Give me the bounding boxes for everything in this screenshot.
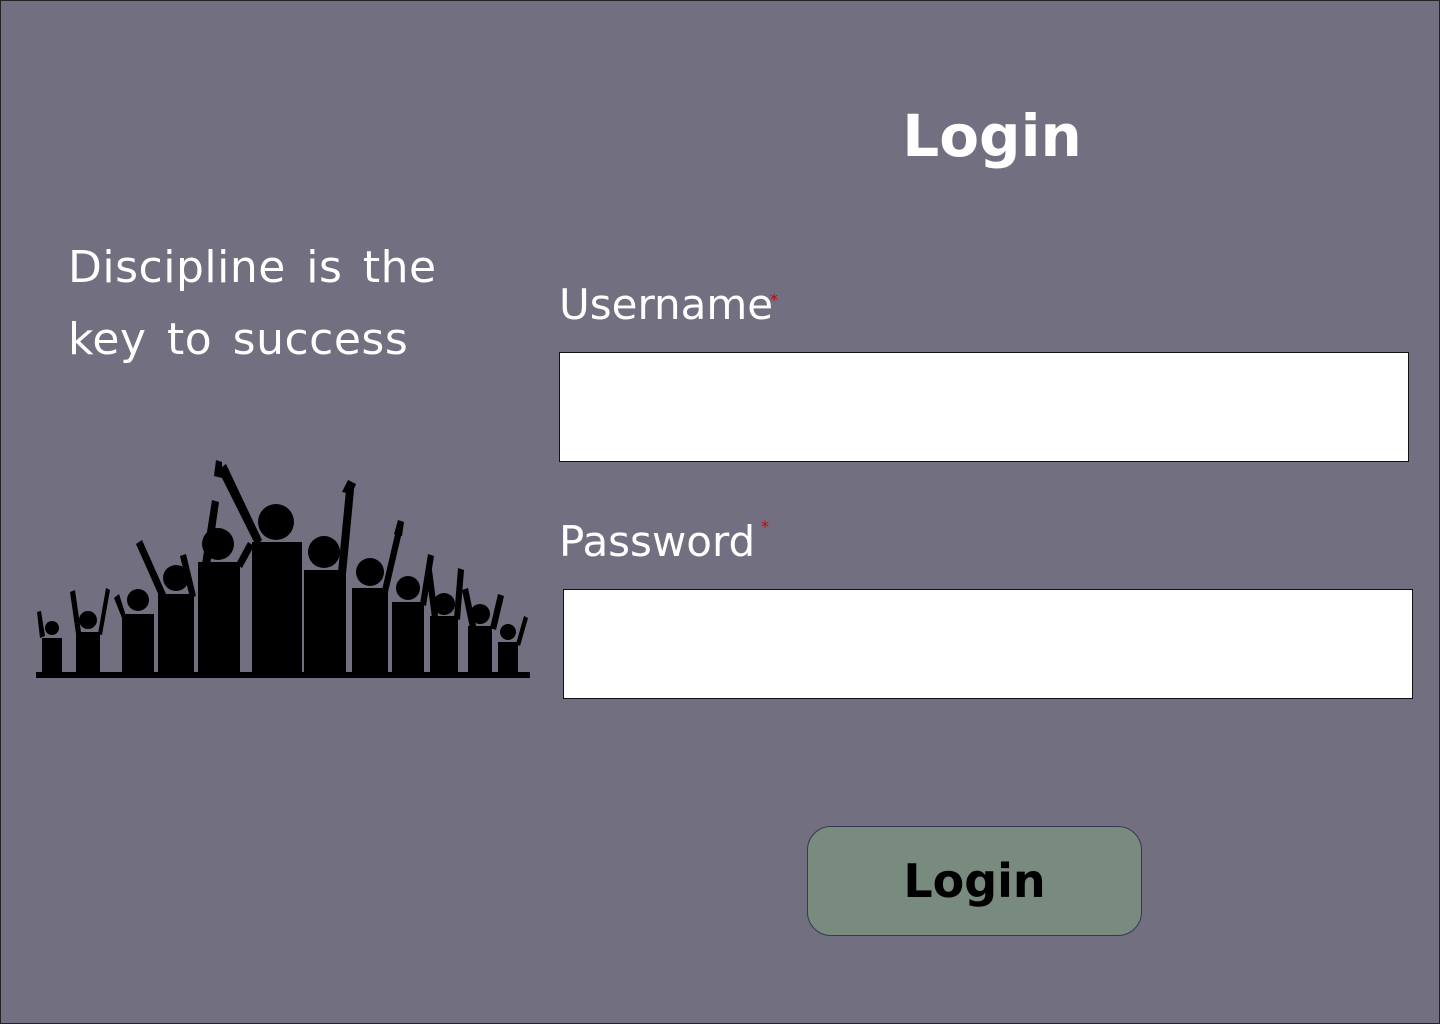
quote-line-1: Discipline is the bbox=[68, 242, 437, 293]
password-required-marker: * bbox=[761, 517, 769, 536]
quote-line-2: key to success bbox=[68, 314, 409, 365]
username-label: Username bbox=[559, 280, 774, 329]
username-required-marker: * bbox=[770, 290, 778, 309]
cheering-crowd-silhouette-icon bbox=[36, 460, 530, 678]
motivational-quote: Discipline is the key to success bbox=[68, 232, 488, 376]
username-input[interactable] bbox=[559, 352, 1409, 462]
login-button[interactable]: Login bbox=[807, 826, 1142, 936]
password-input[interactable] bbox=[563, 589, 1413, 699]
login-title: Login bbox=[902, 102, 1082, 170]
password-label: Password bbox=[559, 517, 756, 566]
